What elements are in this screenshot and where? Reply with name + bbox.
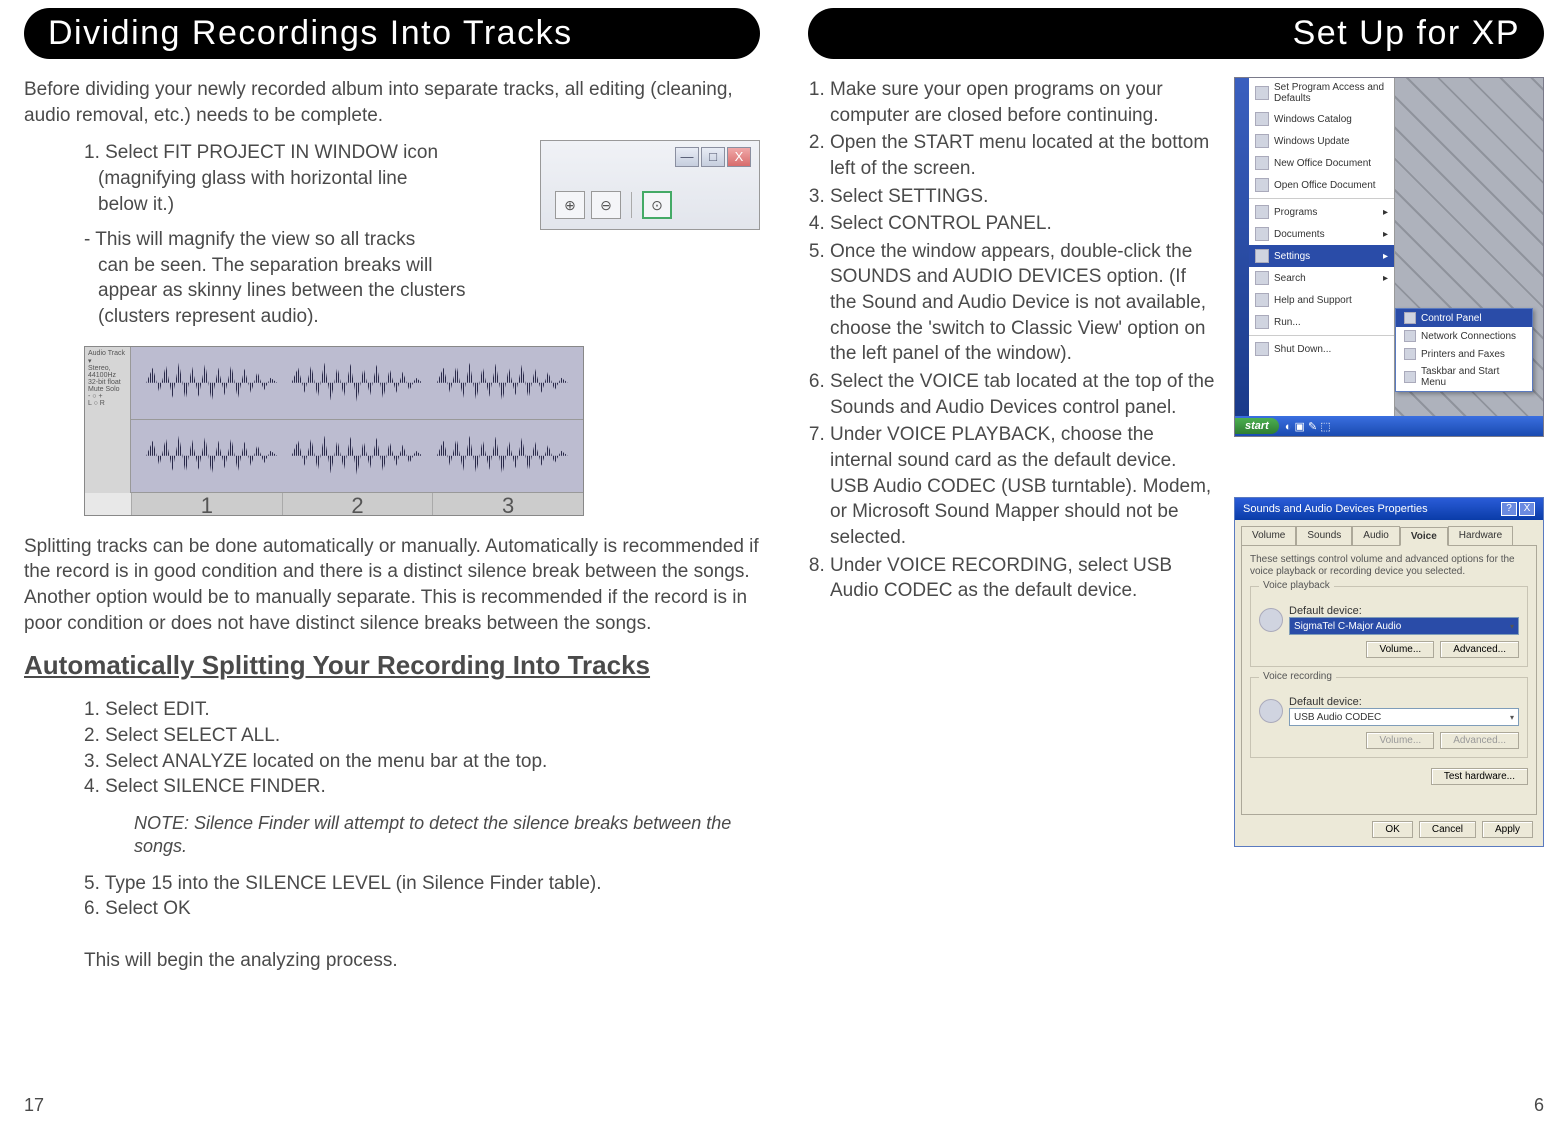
xp-step-4: Select CONTROL PANEL. [830, 211, 1216, 237]
recording-advanced-button: Advanced... [1440, 732, 1519, 749]
start-button: start [1235, 418, 1279, 434]
mic-icon [1259, 699, 1283, 723]
xp-step-7: Under VOICE PLAYBACK, choose the interna… [830, 422, 1216, 550]
auto-step-6: 6. Select OK [84, 896, 760, 922]
catalog-icon [1255, 112, 1269, 126]
xp-step-8: Under VOICE RECORDING, select USB Audio … [830, 553, 1216, 604]
split-paragraph: Splitting tracks can be done automatical… [24, 534, 760, 637]
help-btn-icon: ? [1501, 502, 1517, 516]
voice-playback-label: Voice playback [1259, 580, 1334, 591]
wave-num-2: 2 [282, 493, 433, 515]
intro-text: Before dividing your newly recorded albu… [24, 77, 760, 128]
printers-icon [1404, 348, 1416, 360]
settings-icon [1255, 249, 1269, 263]
xp-step-2: Open the START menu located at the botto… [830, 130, 1216, 181]
playback-device-select: SigmaTel C-Major Audio▾ [1289, 617, 1519, 635]
xp-steps-list: Make sure your open programs on your com… [808, 77, 1216, 604]
recording-device-select: USB Audio CODEC▾ [1289, 708, 1519, 726]
auto-step-end: This will begin the analyzing process. [84, 948, 760, 974]
step-1-note: - This will magnify the view so all trac… [84, 227, 760, 330]
xp-step-5: Once the window appears, double-click th… [830, 239, 1216, 367]
auto-step-4: 4. Select SILENCE FINDER. [84, 774, 760, 800]
recording-default-label: Default device: [1289, 696, 1519, 708]
playback-advanced-button: Advanced... [1440, 641, 1519, 658]
settings-submenu: Control Panel Network Connections Printe… [1395, 308, 1533, 392]
program-access-icon [1255, 86, 1269, 100]
properties-description: These settings control volume and advanc… [1250, 554, 1528, 578]
xp-step-3: Select SETTINGS. [830, 184, 1216, 210]
test-hardware-button: Test hardware... [1431, 768, 1528, 785]
speaker-icon [1259, 608, 1283, 632]
auto-step-2: 2. Select SELECT ALL. [84, 723, 760, 749]
separator [631, 192, 632, 218]
toolbar-illustration: — □ X ⊕ ⊖ ⊙ [540, 140, 760, 230]
control-panel-item: Control Panel [1396, 309, 1532, 327]
section-header-left: Dividing Recordings Into Tracks [24, 8, 760, 59]
close-btn-icon: X [1519, 502, 1535, 516]
xp-start-menu-screenshot: Set Program Access and Defaults Windows … [1234, 77, 1544, 437]
window-max-icon: □ [701, 147, 725, 167]
voice-recording-label: Voice recording [1259, 671, 1336, 682]
dialog-title: Sounds and Audio Devices Properties [1243, 503, 1428, 515]
ok-button: OK [1372, 821, 1412, 838]
programs-icon [1255, 205, 1269, 219]
tab-volume: Volume [1241, 526, 1296, 545]
page-number-left: 17 [24, 1095, 44, 1116]
tab-audio: Audio [1352, 526, 1400, 545]
apply-button: Apply [1482, 821, 1533, 838]
taskbar-icon [1404, 371, 1416, 383]
search-icon [1255, 271, 1269, 285]
network-icon [1404, 330, 1416, 342]
window-close-icon: X [727, 147, 751, 167]
open-doc-icon [1255, 178, 1269, 192]
sound-properties-screenshot: Sounds and Audio Devices Properties ?X V… [1234, 497, 1544, 847]
tab-sounds: Sounds [1296, 526, 1352, 545]
zoom-out-icon: ⊖ [591, 191, 621, 219]
section-header-right: Set Up for XP [808, 8, 1544, 59]
auto-split-heading: Automatically Splitting Your Recording I… [24, 650, 760, 681]
new-doc-icon [1255, 156, 1269, 170]
auto-step-3: 3. Select ANALYZE located on the menu ba… [84, 749, 760, 775]
xp-step-1: Make sure your open programs on your com… [830, 77, 1216, 128]
auto-step-5: 5. Type 15 into the SILENCE LEVEL (in Si… [84, 871, 760, 897]
recording-volume-button: Volume... [1366, 732, 1434, 749]
page-number-right: 6 [1534, 1095, 1544, 1116]
auto-step-1: 1. Select EDIT. [84, 697, 760, 723]
waveform-illustration: Audio Track ▾Stereo, 44100Hz32-bit float… [84, 346, 584, 516]
cancel-button: Cancel [1419, 821, 1476, 838]
fit-project-icon: ⊙ [642, 191, 672, 219]
wave-num-3: 3 [432, 493, 583, 515]
update-icon [1255, 134, 1269, 148]
settings-menu-item: Settings▸ [1249, 245, 1394, 267]
wave-num-1: 1 [131, 493, 282, 515]
silence-finder-note: NOTE: Silence Finder will attempt to det… [134, 812, 760, 859]
tab-hardware: Hardware [1448, 526, 1513, 545]
window-min-icon: — [675, 147, 699, 167]
playback-default-label: Default device: [1289, 605, 1519, 617]
help-icon [1255, 293, 1269, 307]
tab-voice: Voice [1400, 527, 1448, 546]
run-icon [1255, 315, 1269, 329]
zoom-in-icon: ⊕ [555, 191, 585, 219]
shutdown-icon [1255, 342, 1269, 356]
documents-icon [1255, 227, 1269, 241]
waveform-track-info: Audio Track ▾Stereo, 44100Hz32-bit float… [85, 347, 131, 493]
playback-volume-button: Volume... [1366, 641, 1434, 658]
control-panel-icon [1404, 312, 1416, 324]
xp-step-6: Select the VOICE tab located at the top … [830, 369, 1216, 420]
